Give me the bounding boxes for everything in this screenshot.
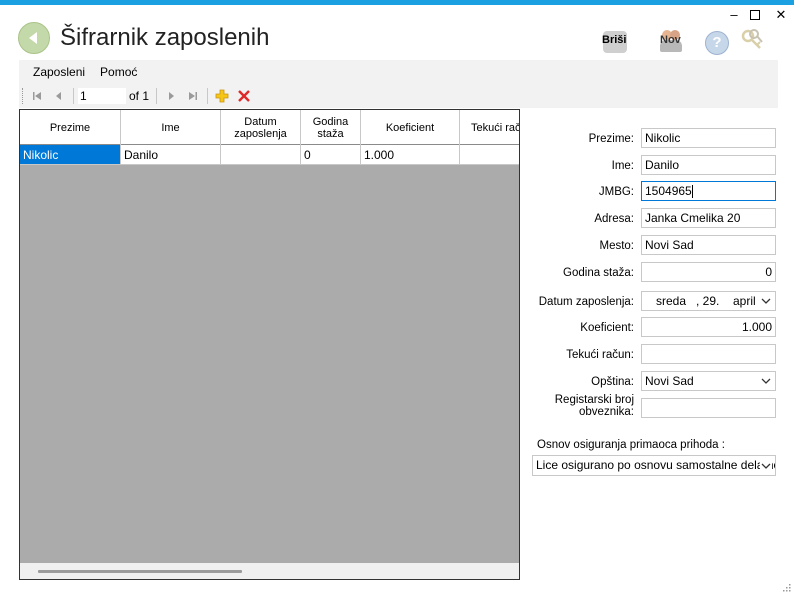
delete-record-button[interactable] <box>236 88 252 104</box>
new-label: Nov <box>660 34 681 46</box>
maximize-button[interactable] <box>750 7 764 24</box>
last-icon <box>189 92 198 100</box>
title-accent-bar <box>0 0 794 5</box>
prezime-field[interactable]: Nikolic <box>641 128 776 148</box>
maximize-icon <box>750 10 760 20</box>
datum-zaposlenja-picker[interactable]: sreda , 29. april <box>641 291 776 311</box>
employees-grid[interactable]: Prezime Ime Datum zaposlenja Godina staž… <box>19 109 520 580</box>
column-header-datum[interactable]: Datum zaposlenja <box>221 110 301 145</box>
keys-button[interactable] <box>740 28 766 56</box>
label-jmbg: JMBG: <box>598 186 634 198</box>
label-ime: Ime: <box>611 160 634 172</box>
cell-ime[interactable]: Danilo <box>121 145 221 165</box>
osnov-osiguranja-select[interactable]: Lice osigurano po osnovu samostalne dela… <box>532 455 776 476</box>
opstina-value: Novi Sad <box>645 374 694 388</box>
osnov-osiguranja-label: Osnov osiguranja primaoca prihoda : <box>537 439 725 451</box>
page-title: Šifrarnik zaposlenih <box>60 24 270 51</box>
toolbar-separator <box>156 88 158 104</box>
delete-x-icon <box>238 90 250 102</box>
grid-header: Prezime Ime Datum zaposlenja Godina staž… <box>20 110 519 145</box>
tekuci-racun-field[interactable] <box>641 344 776 364</box>
date-day[interactable]: sreda <box>656 292 686 310</box>
cell-tekuci[interactable] <box>460 145 519 165</box>
scrollbar-thumb[interactable] <box>38 570 242 573</box>
date-date[interactable]: , 29. <box>696 292 719 310</box>
column-header-koeficient[interactable]: Koeficient <box>361 110 460 145</box>
previous-icon <box>56 92 61 100</box>
jmbg-value: 1504965 <box>645 184 692 198</box>
help-button[interactable]: ? <box>705 31 729 55</box>
move-previous-button[interactable] <box>51 88 67 104</box>
godina-staza-field[interactable]: 0 <box>641 262 776 282</box>
move-first-button[interactable] <box>29 88 45 104</box>
adresa-field[interactable]: Janka Cmelika 20 <box>641 208 776 228</box>
koeficient-field[interactable]: 1.000 <box>641 317 776 337</box>
opstina-select[interactable]: Novi Sad <box>641 371 776 391</box>
position-input[interactable]: 1 <box>77 87 127 105</box>
move-next-button[interactable] <box>163 88 179 104</box>
grid-horizontal-scrollbar[interactable] <box>20 563 519 579</box>
mesto-field[interactable]: Novi Sad <box>641 235 776 255</box>
label-koeficient: Koeficient: <box>580 322 634 334</box>
label-prezime: Prezime: <box>588 133 634 145</box>
column-header-tekuci[interactable]: Tekući račun <box>460 110 519 145</box>
next-icon <box>169 92 175 100</box>
label-registarski-line1: Registarski broj <box>554 394 634 406</box>
close-button[interactable]: ✕ <box>773 7 789 23</box>
main-window: – ✕ Šifrarnik zaposlenih Briši Nov ? Zap… <box>0 0 794 595</box>
column-header-ime[interactable]: Ime <box>121 110 221 145</box>
cell-godina[interactable]: 0 <box>301 145 361 165</box>
chevron-down-icon <box>761 378 771 384</box>
column-header-godina[interactable]: Godina staža <box>301 110 361 145</box>
label-tekuci-racun: Tekući račun: <box>566 349 634 361</box>
toolbar-grip[interactable] <box>22 88 26 104</box>
jmbg-field[interactable]: 1504965 <box>641 181 776 201</box>
label-opstina: Opština: <box>591 376 634 388</box>
date-month[interactable]: april <box>733 292 756 310</box>
move-last-button[interactable] <box>185 88 201 104</box>
label-registarski-broj: Registarski broj obveznika: <box>520 394 634 418</box>
count-label: of 1 <box>129 89 150 103</box>
text-caret <box>691 185 693 199</box>
toolbar-separator <box>73 88 74 104</box>
registarski-broj-field[interactable] <box>641 398 776 418</box>
osnov-osiguranja-value: Lice osigurano po osnovu samostalne dela… <box>536 458 776 472</box>
delete-button[interactable]: Briši <box>600 28 630 56</box>
cell-datum[interactable] <box>221 145 301 165</box>
label-registarski-line2: obveznika: <box>579 406 634 418</box>
plus-icon <box>215 89 229 103</box>
binding-navigator: 1 of 1 <box>19 84 778 108</box>
first-icon <box>33 92 41 100</box>
label-datum-zaposlenja: Datum zaposlenja: <box>538 296 634 308</box>
delete-label: Briši <box>602 34 627 46</box>
keys-icon <box>741 29 763 49</box>
cell-prezime[interactable]: Nikolic <box>20 145 121 165</box>
column-header-prezime[interactable]: Prezime <box>20 110 121 145</box>
title-area: Šifrarnik zaposlenih <box>18 20 269 56</box>
back-button[interactable] <box>18 22 50 54</box>
new-button[interactable]: Nov <box>656 28 684 56</box>
add-new-button[interactable] <box>214 88 230 104</box>
chevron-down-icon <box>760 460 772 472</box>
ime-field[interactable]: Danilo <box>641 155 776 175</box>
arrow-left-icon <box>29 32 37 44</box>
menu-bar: Zaposleni Pomoć <box>19 60 778 84</box>
minimize-button[interactable]: – <box>727 7 741 23</box>
toolbar-separator <box>207 88 209 104</box>
label-godina-staza: Godina staža: <box>563 267 634 279</box>
table-row[interactable]: Nikolic Danilo 0 1.000 <box>20 145 519 165</box>
label-mesto: Mesto: <box>599 240 634 252</box>
menu-pomoc[interactable]: Pomoć <box>94 65 146 79</box>
menu-zaposleni[interactable]: Zaposleni <box>19 65 94 79</box>
label-adresa: Adresa: <box>594 213 634 225</box>
chevron-down-icon <box>761 298 771 304</box>
cell-koeficient[interactable]: 1.000 <box>361 145 460 165</box>
resize-grip-icon[interactable] <box>781 582 791 592</box>
